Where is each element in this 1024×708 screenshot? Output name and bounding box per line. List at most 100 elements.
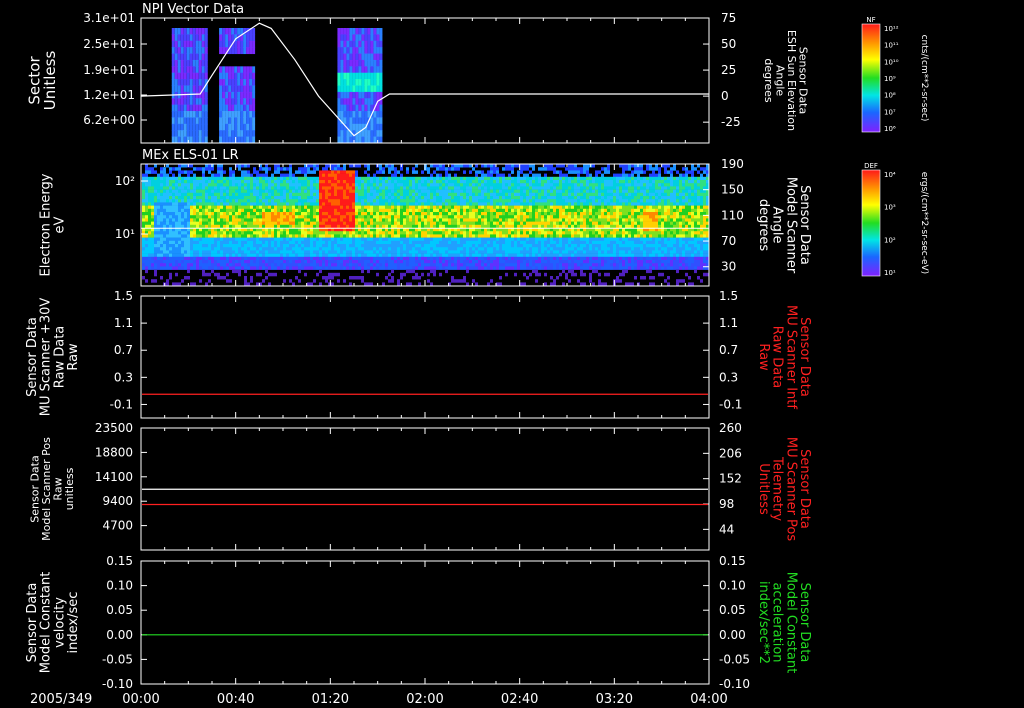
els-cell	[154, 269, 157, 274]
els-cell	[502, 208, 505, 213]
els-cell	[397, 189, 400, 194]
els-cell	[382, 192, 385, 197]
npi-cell	[222, 40, 226, 48]
npi-cell	[243, 66, 247, 74]
els-cell	[448, 218, 451, 222]
els-cell	[529, 266, 532, 270]
els-cell	[199, 189, 202, 194]
els-cell	[427, 176, 430, 181]
els-cell	[226, 247, 229, 251]
els-cell	[289, 199, 292, 203]
els-cell	[436, 244, 439, 248]
els-cell	[217, 173, 220, 178]
els-cell	[250, 279, 253, 283]
els-cell	[256, 240, 259, 245]
els-cell	[487, 282, 490, 286]
els-cell	[391, 212, 394, 216]
els-cell	[223, 205, 226, 210]
els-cell	[382, 189, 385, 194]
els-cell	[400, 183, 403, 187]
els-cell	[406, 260, 409, 264]
els-cell	[187, 173, 190, 178]
els-cell	[148, 186, 151, 190]
els-cell	[532, 189, 535, 194]
els-cell	[208, 208, 211, 213]
left-tick-label: 3.1e+01	[83, 11, 135, 25]
els-cell	[526, 173, 529, 178]
els-cell	[274, 253, 277, 258]
els-cell	[268, 240, 271, 245]
els-cell	[199, 279, 202, 283]
els-cell	[430, 176, 433, 181]
els-cell	[469, 240, 472, 245]
els-cell	[340, 183, 343, 187]
els-cell	[373, 215, 376, 219]
npi-cell	[252, 111, 256, 118]
els-cell	[406, 234, 409, 238]
els-cell	[451, 266, 454, 270]
npi-cell	[231, 111, 235, 118]
els-cell	[475, 256, 478, 261]
npi-cell	[174, 40, 178, 48]
npi-cell	[364, 40, 368, 48]
els-cell	[424, 218, 427, 222]
els-cell	[391, 269, 394, 274]
els-cell	[349, 196, 352, 200]
els-cell	[187, 244, 190, 248]
els-cell	[295, 250, 298, 254]
els-cell	[397, 183, 400, 187]
els-cell	[217, 272, 220, 277]
els-cell	[190, 202, 193, 206]
els-cell	[508, 164, 511, 168]
els-cell	[304, 180, 307, 184]
els-cell	[223, 250, 226, 254]
els-cell	[145, 173, 148, 178]
els-cell	[271, 256, 274, 261]
els-cell	[442, 192, 445, 197]
els-cell	[235, 231, 238, 235]
els-cell	[154, 192, 157, 197]
els-cell	[235, 199, 238, 203]
els-cell	[361, 199, 364, 203]
els-cell	[517, 196, 520, 200]
els-cell	[277, 199, 280, 203]
els-cell	[145, 263, 148, 267]
els-cell	[373, 263, 376, 267]
npi-cell	[361, 85, 365, 93]
els-cell	[229, 231, 232, 235]
els-cell	[415, 186, 418, 190]
els-cell	[169, 202, 172, 206]
els-cell	[325, 218, 328, 222]
els-cell	[247, 202, 250, 206]
els-cell	[163, 199, 166, 203]
els-cell	[379, 256, 382, 261]
els-cell	[442, 186, 445, 190]
npi-cell	[198, 59, 202, 67]
els-cell	[202, 266, 205, 270]
els-cell	[391, 192, 394, 197]
els-cell	[241, 237, 244, 242]
npi-cell	[195, 117, 199, 125]
npi-cell	[228, 91, 232, 99]
els-cell	[367, 282, 370, 286]
els-cell	[349, 237, 352, 242]
els-cell	[214, 186, 217, 190]
els-cell	[421, 234, 424, 238]
els-cell	[160, 253, 163, 258]
els-cell	[487, 253, 490, 258]
els-cell	[274, 244, 277, 248]
els-cell	[454, 266, 457, 270]
els-cell	[460, 164, 463, 168]
els-cell	[433, 199, 436, 203]
els-cell	[163, 253, 166, 258]
npi-cell	[180, 66, 184, 74]
els-cell	[388, 240, 391, 245]
npi-cell	[219, 66, 223, 74]
els-cell	[241, 250, 244, 254]
els-cell	[187, 256, 190, 261]
els-cell	[499, 199, 502, 203]
els-cell	[358, 263, 361, 267]
els-cell	[457, 256, 460, 261]
els-cell	[259, 240, 262, 245]
left-tick-label: 6.2e+00	[83, 113, 135, 127]
